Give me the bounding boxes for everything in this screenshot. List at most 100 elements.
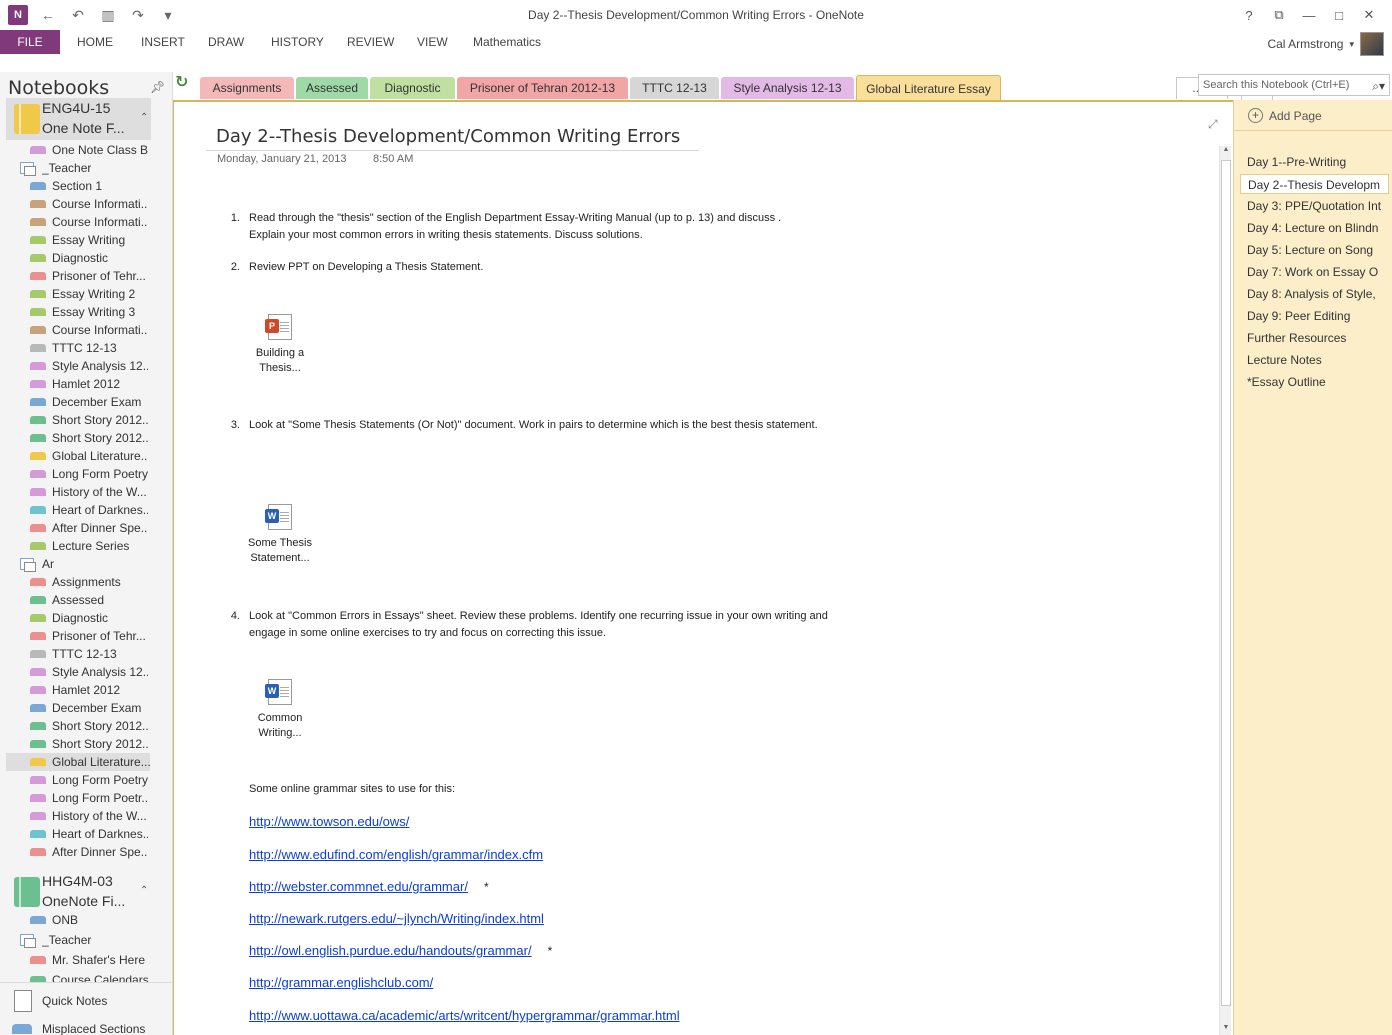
section-item[interactable]: Essay Writing bbox=[30, 231, 148, 249]
section-item[interactable]: After Dinner Spe... bbox=[30, 519, 148, 537]
search-icon[interactable]: ⌕▾ bbox=[1372, 76, 1385, 96]
scroll-up-icon[interactable]: ▲ bbox=[1221, 146, 1231, 158]
section-item[interactable]: Course Informati... bbox=[30, 321, 148, 339]
grammar-link[interactable]: http://webster.commnet.edu/grammar/ bbox=[249, 879, 468, 894]
vertical-scrollbar[interactable]: ▲ ▼ bbox=[1219, 146, 1231, 1035]
section-item[interactable]: History of the W... bbox=[30, 807, 148, 825]
page-item[interactable]: Day 7: Work on Essay O bbox=[1247, 262, 1389, 282]
section-item[interactable]: Long Form Poetry bbox=[30, 465, 148, 483]
tab-draw[interactable]: DRAW bbox=[208, 30, 244, 54]
tab-history[interactable]: HISTORY bbox=[271, 30, 324, 54]
tab-review[interactable]: REVIEW bbox=[347, 30, 394, 54]
minimize-button[interactable]: — bbox=[1294, 4, 1324, 26]
customize-toolbar-icon[interactable]: ▾ bbox=[158, 5, 178, 25]
scrollbar-thumb[interactable] bbox=[1221, 160, 1231, 1006]
section-item[interactable]: After Dinner Spe... bbox=[30, 843, 148, 861]
search-input[interactable]: Search this Notebook (Ctrl+E) ⌕▾ bbox=[1198, 74, 1390, 96]
section-item[interactable]: Short Story 2012... bbox=[30, 717, 148, 735]
section-item[interactable]: Heart of Darknes... bbox=[30, 825, 148, 843]
attachment-common-writing[interactable]: W Common Writing... bbox=[240, 679, 320, 741]
page-item[interactable]: Day 2--Thesis Developm bbox=[1240, 174, 1389, 194]
tab-tttc-12-13[interactable]: TTTC 12-13 bbox=[630, 77, 719, 99]
section-item[interactable]: History of the W... bbox=[30, 483, 148, 501]
tab-style-analysis-12-13[interactable]: Style Analysis 12-13 bbox=[721, 77, 854, 99]
collapse-icon[interactable]: ⌃ bbox=[140, 112, 148, 123]
tab-insert[interactable]: INSERT bbox=[141, 30, 185, 54]
page-item[interactable]: Day 1--Pre-Writing bbox=[1247, 152, 1389, 172]
section-item[interactable]: Style Analysis 12... bbox=[30, 663, 148, 681]
section-item[interactable]: Heart of Darknes... bbox=[30, 501, 148, 519]
page-item[interactable]: Further Resources bbox=[1247, 328, 1389, 348]
section-item[interactable]: ONB bbox=[30, 911, 148, 929]
fullscreen-button[interactable]: ⧉ bbox=[1264, 4, 1294, 26]
section-item[interactable]: Long Form Poetry bbox=[30, 771, 148, 789]
section-item[interactable]: Short Story 2012... bbox=[30, 411, 148, 429]
undo-icon[interactable]: ↶ bbox=[68, 5, 88, 25]
scroll-down-icon[interactable]: ▼ bbox=[1221, 1024, 1231, 1035]
section-group[interactable]: _Teacher bbox=[20, 159, 138, 177]
grammar-link[interactable]: http://grammar.englishclub.com/ bbox=[249, 975, 433, 990]
tab-prisoner-of-tehran-2012-13[interactable]: Prisoner of Tehran 2012-13 bbox=[457, 77, 628, 99]
grammar-link[interactable]: http://owl.english.purdue.edu/handouts/g… bbox=[249, 943, 532, 958]
add-page-button[interactable]: + Add Page bbox=[1248, 108, 1322, 123]
close-button[interactable]: ✕ bbox=[1354, 4, 1384, 26]
notebook-hhg4m-03[interactable]: HHG4M-03 OneNote Fi... ⌃ bbox=[6, 871, 151, 913]
section-group[interactable]: Ar bbox=[20, 555, 138, 573]
section-item[interactable]: Diagnostic bbox=[30, 249, 148, 267]
page-item[interactable]: Day 3: PPE/Quotation Int bbox=[1247, 196, 1389, 216]
tab-diagnostic[interactable]: Diagnostic bbox=[370, 77, 455, 99]
section-item[interactable]: December Exam bbox=[30, 393, 148, 411]
notebook-eng4u-15[interactable]: ENG4U-15 One Note F... ⌃ bbox=[6, 98, 151, 140]
sync-icon[interactable]: ↻ bbox=[175, 72, 188, 92]
section-item[interactable]: Lecture Series bbox=[30, 537, 148, 555]
section-item[interactable]: Hamlet 2012 bbox=[30, 681, 148, 699]
redo-icon[interactable]: ↷ bbox=[128, 5, 148, 25]
quick-notes[interactable]: Quick Notes bbox=[0, 982, 172, 1018]
tab-home[interactable]: HOME bbox=[77, 30, 113, 54]
expand-icon[interactable]: ⤢ bbox=[1208, 117, 1218, 132]
section-item[interactable]: Hamlet 2012 bbox=[30, 375, 148, 393]
section-item[interactable]: Short Story 2012... bbox=[30, 429, 148, 447]
grammar-link[interactable]: http://www.uottawa.ca/academic/arts/writ… bbox=[249, 1008, 680, 1023]
back-icon[interactable]: ← bbox=[38, 5, 58, 25]
help-button[interactable]: ? bbox=[1234, 4, 1264, 26]
section-item[interactable]: Course Informati... bbox=[30, 195, 148, 213]
grammar-link[interactable]: http://www.edufind.com/english/grammar/i… bbox=[249, 847, 543, 862]
section-item[interactable]: TTTC 12-13 bbox=[30, 645, 148, 663]
section-item[interactable]: One Note Class Bi... bbox=[30, 141, 148, 159]
tab-assessed[interactable]: Assessed bbox=[296, 77, 368, 99]
section-item[interactable]: TTTC 12-13 bbox=[30, 339, 148, 357]
misplaced-sections[interactable]: Misplaced Sections bbox=[12, 1022, 145, 1035]
user-account[interactable]: Cal Armstrong ▾ bbox=[1267, 32, 1384, 56]
section-item[interactable]: Prisoner of Tehr... bbox=[30, 627, 148, 645]
section-item[interactable]: Global Literature... bbox=[6, 753, 150, 771]
tab-global-literature-essay[interactable]: Global Literature Essay bbox=[856, 75, 1001, 102]
tab-assignments[interactable]: Assignments bbox=[200, 77, 294, 99]
section-item[interactable]: December Exam bbox=[30, 699, 148, 717]
section-item[interactable]: Short Story 2012... bbox=[30, 735, 148, 753]
section-item[interactable]: Prisoner of Tehr... bbox=[30, 267, 148, 285]
page-item[interactable]: Day 8: Analysis of Style, bbox=[1247, 284, 1389, 304]
grammar-link[interactable]: http://newark.rutgers.edu/~jlynch/Writin… bbox=[249, 911, 544, 926]
attachment-building-thesis[interactable]: P Building a Thesis... bbox=[240, 314, 320, 376]
page-item[interactable]: Day 5: Lecture on Song bbox=[1247, 240, 1389, 260]
grammar-link[interactable]: http://www.towson.edu/ows/ bbox=[249, 814, 409, 829]
page-item[interactable]: Lecture Notes bbox=[1247, 350, 1389, 370]
section-group[interactable]: _Teacher bbox=[20, 931, 138, 949]
section-item[interactable]: Course Informati... bbox=[30, 213, 148, 231]
page-canvas[interactable]: Day 2--Thesis Development/Common Writing… bbox=[173, 100, 1233, 1035]
page-item[interactable]: *Essay Outline bbox=[1247, 372, 1389, 392]
tab-view[interactable]: VIEW bbox=[417, 30, 448, 54]
section-item[interactable]: Assessed bbox=[30, 591, 148, 609]
section-item[interactable]: Essay Writing 2 bbox=[30, 285, 148, 303]
section-item[interactable]: Essay Writing 3 bbox=[30, 303, 148, 321]
page-item[interactable]: Day 4: Lecture on Blindn bbox=[1247, 218, 1389, 238]
section-item[interactable]: Assignments bbox=[30, 573, 148, 591]
dock-icon[interactable]: ▥ bbox=[98, 5, 118, 25]
attachment-some-thesis-statements[interactable]: W Some Thesis Statement... bbox=[240, 504, 320, 566]
tab-mathematics[interactable]: Mathematics bbox=[473, 30, 541, 54]
page-title[interactable]: Day 2--Thesis Development/Common Writing… bbox=[216, 126, 680, 147]
tab-file[interactable]: FILE bbox=[0, 30, 60, 54]
section-item[interactable]: Long Form Poetr... bbox=[30, 789, 148, 807]
collapse-icon[interactable]: ⌃ bbox=[140, 885, 148, 896]
